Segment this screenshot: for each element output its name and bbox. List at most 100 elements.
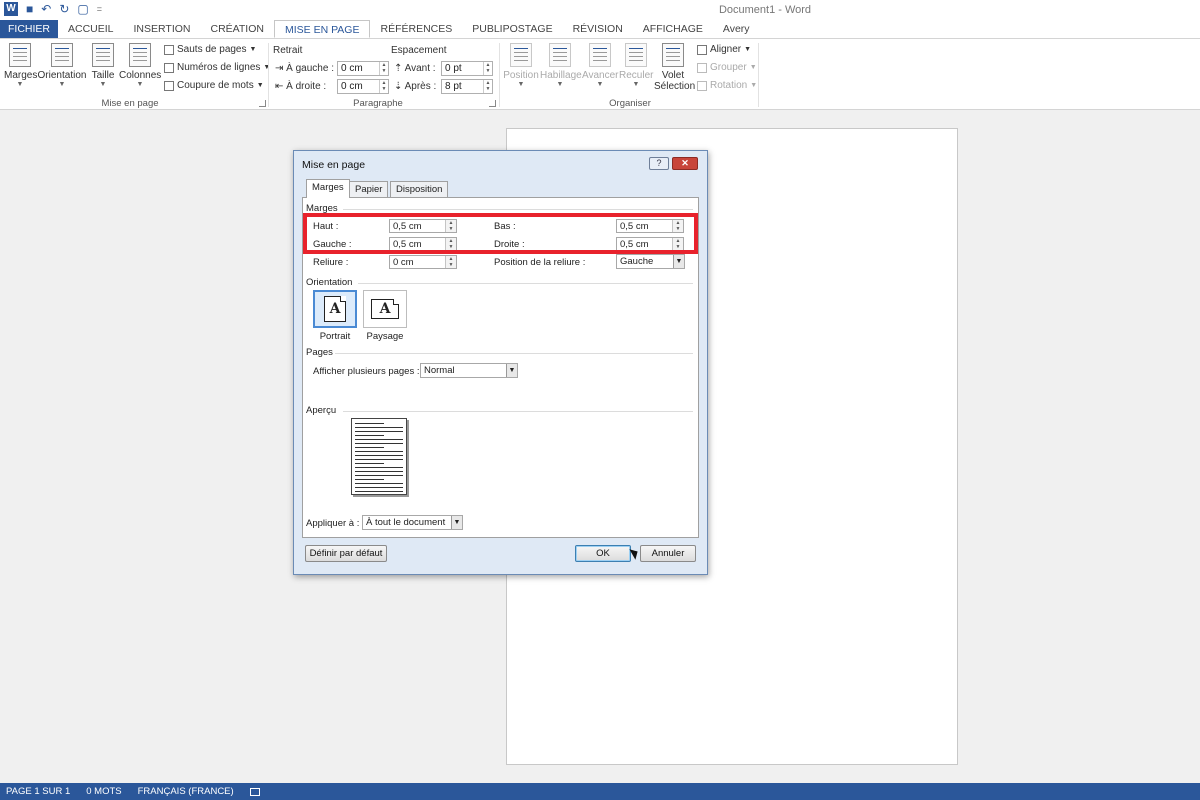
preview-line	[355, 471, 403, 472]
spacing-after-value: 8 pt	[445, 81, 462, 92]
chevron-down-icon: ▼	[632, 81, 640, 88]
group-separator	[758, 43, 759, 107]
line-numbers-icon	[164, 62, 174, 73]
preview-line	[355, 467, 403, 468]
spinner-arrows-icon[interactable]: ▲ ▼	[483, 80, 492, 93]
status-bar: PAGE 1 SUR 1 0 MOTS FRANÇAIS (FRANCE)	[0, 783, 1200, 800]
plusieurs-pages-select[interactable]: Normal ▼	[420, 363, 518, 378]
spinner-arrows-icon[interactable]: ▲ ▼	[379, 80, 388, 93]
dropdown-arrow-icon[interactable]: ▼	[506, 364, 517, 377]
tab-avery[interactable]: Avery	[713, 20, 760, 38]
indent-right-input[interactable]: 0 cm ▲ ▼	[337, 79, 389, 94]
page-preview	[351, 418, 407, 495]
tab-fichier[interactable]: FICHIER	[0, 20, 58, 38]
rotation-button[interactable]: Rotation ▼	[697, 80, 757, 91]
align-icon	[697, 44, 707, 55]
paysage-frame: A	[363, 290, 407, 328]
hyphenation-icon	[164, 80, 174, 91]
colonnes-button[interactable]: Colonnes ▼	[119, 43, 161, 89]
reculer-button[interactable]: Reculer ▼	[619, 43, 653, 89]
dropdown-arrow-icon[interactable]: ▼	[673, 255, 684, 268]
grouper-button[interactable]: Grouper ▼	[697, 62, 757, 73]
spacing-after-text: Après :	[404, 81, 437, 92]
taille-label: Taille	[91, 70, 115, 81]
preview-line	[355, 463, 384, 464]
tab-accueil[interactable]: ACCUEIL	[58, 20, 124, 38]
macro-recording-icon[interactable]	[249, 787, 260, 796]
reliure-input[interactable]: 0 cm ▲ ▼	[389, 255, 457, 269]
tab-references[interactable]: RÉFÉRENCES	[370, 20, 462, 38]
dropdown-arrow-icon[interactable]: ▼	[451, 516, 462, 529]
avancer-label: Avancer	[582, 70, 619, 81]
numeros-label: Numéros de lignes	[177, 62, 261, 73]
help-button[interactable]: ?	[649, 157, 669, 170]
chevron-down-icon: ▼	[263, 64, 271, 71]
tab-papier[interactable]: Papier	[349, 181, 389, 197]
paysage-label: Paysage	[366, 331, 404, 342]
selection-label: Sélection	[654, 81, 696, 92]
tab-affichage[interactable]: AFFICHAGE	[633, 20, 713, 38]
preview-line	[355, 475, 403, 476]
orientation-button[interactable]: Orientation ▼	[37, 43, 87, 89]
ok-button[interactable]: OK	[575, 545, 631, 562]
numeros-de-lignes-button[interactable]: Numéros de lignes ▼	[164, 62, 270, 73]
close-button[interactable]: ✕	[672, 157, 698, 170]
preview-line	[355, 443, 403, 444]
spacing-before-input[interactable]: 0 pt ▲ ▼	[441, 61, 493, 76]
chevron-down-icon: ▼	[556, 81, 564, 88]
indent-right-text: À droite :	[286, 81, 327, 92]
indent-left-label: ⇥ À gauche :	[275, 63, 334, 74]
title-bar: W ■ ↶ ↻ ▢ = Document1 - Word	[0, 0, 1200, 20]
sauts-de-pages-button[interactable]: Sauts de pages ▼	[164, 44, 256, 55]
paysage-option[interactable]: A Paysage	[363, 290, 407, 342]
spacing-before-value: 0 pt	[445, 63, 462, 74]
coupure-de-mots-button[interactable]: Coupure de mots ▼	[164, 80, 264, 91]
appliquer-select[interactable]: À tout le document ▼	[362, 515, 463, 530]
spinner-arrows-icon[interactable]: ▲ ▼	[445, 256, 456, 268]
preview-line	[355, 423, 384, 424]
avancer-button[interactable]: Avancer ▼	[582, 43, 619, 89]
spinner-arrows-icon[interactable]: ▲ ▼	[483, 62, 492, 75]
dialog-launcher-icon[interactable]	[489, 100, 496, 107]
pages-section-title: Pages	[306, 347, 333, 358]
portrait-label: Portrait	[319, 331, 351, 342]
taille-button[interactable]: Taille ▼	[89, 43, 117, 89]
group-label-paragraphe: Paragraphe	[353, 98, 403, 109]
plusieurs-pages-value: Normal	[424, 365, 455, 376]
columns-icon	[129, 43, 151, 67]
window-title: Document1 - Word	[718, 4, 812, 16]
dialog-launcher-icon[interactable]	[259, 100, 266, 107]
annuler-button[interactable]: Annuler	[640, 545, 696, 562]
tab-marges[interactable]: Marges	[306, 179, 350, 198]
rotate-icon	[697, 80, 707, 91]
dialog-title: Mise en page	[302, 159, 366, 171]
position-reliure-select[interactable]: Gauche ▼	[616, 254, 685, 269]
position-button[interactable]: Position ▼	[503, 43, 539, 89]
chevron-down-icon: ▼	[517, 81, 525, 88]
tab-disposition[interactable]: Disposition	[390, 181, 449, 197]
spacing-after-input[interactable]: 8 pt ▲ ▼	[441, 79, 493, 94]
send-backward-icon	[625, 43, 647, 67]
volet-selection-button[interactable]: Volet Sélection	[654, 43, 696, 92]
aligner-button[interactable]: Aligner ▼	[697, 44, 751, 55]
tab-insertion[interactable]: INSERTION	[124, 20, 201, 38]
word-count-status[interactable]: 0 MOTS	[86, 786, 121, 797]
tab-revision[interactable]: RÉVISION	[563, 20, 633, 38]
spinner-arrows-icon[interactable]: ▲ ▼	[379, 62, 388, 75]
preview-line	[355, 439, 403, 440]
indent-left-input[interactable]: 0 cm ▲ ▼	[337, 61, 389, 76]
portrait-option[interactable]: A Portrait	[313, 290, 357, 342]
tab-publipostage[interactable]: PUBLIPOSTAGE	[462, 20, 562, 38]
page-count-status[interactable]: PAGE 1 SUR 1	[6, 786, 70, 797]
definir-par-defaut-button[interactable]: Définir par défaut	[305, 545, 387, 562]
group-separator	[268, 43, 269, 107]
position-icon	[510, 43, 532, 67]
portrait-frame: A	[313, 290, 357, 328]
marges-button[interactable]: Marges ▼	[4, 43, 38, 89]
language-status[interactable]: FRANÇAIS (FRANCE)	[138, 786, 234, 797]
tab-mise-en-page[interactable]: MISE EN PAGE	[273, 20, 371, 38]
preview-line	[355, 483, 403, 484]
habillage-button[interactable]: Habillage ▼	[540, 43, 582, 89]
tab-creation[interactable]: CRÉATION	[201, 20, 274, 38]
marges-label: Marges	[4, 70, 38, 81]
